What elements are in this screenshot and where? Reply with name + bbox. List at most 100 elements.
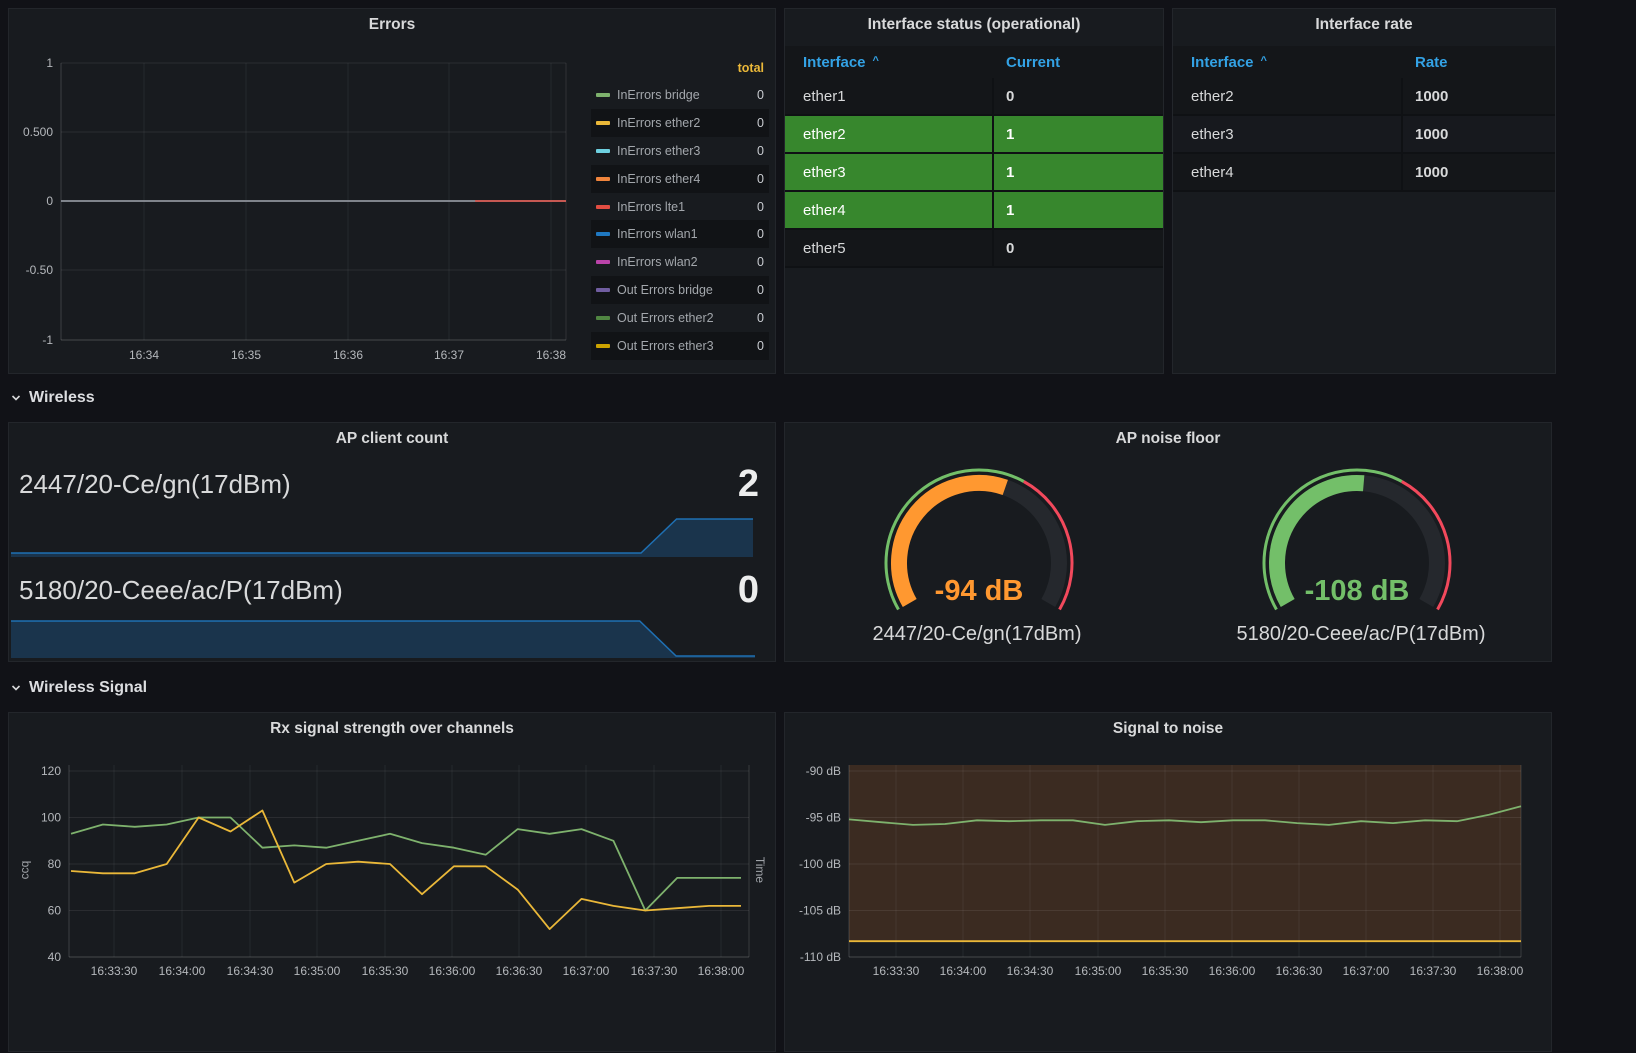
legend-item[interactable]: InErrors ether20 [591, 109, 769, 137]
svg-text:16:35:00: 16:35:00 [1075, 964, 1122, 978]
svg-text:16:34:30: 16:34:30 [1007, 964, 1054, 978]
svg-text:16:34:30: 16:34:30 [227, 964, 274, 978]
panel-signal-to-noise: Signal to noise -90 dB-95 dB-100 dB-105 … [784, 712, 1552, 1052]
gauge-ssid-label: 2447/20-Ce/gn(17dBm) [785, 623, 1169, 646]
current-cell: 1 [994, 154, 1163, 192]
current-cell: 1 [994, 192, 1163, 230]
table-row: ether21000 [1173, 78, 1555, 116]
series-total-value: 0 [757, 144, 764, 158]
legend-item[interactable]: InErrors ether30 [591, 137, 769, 165]
legend-rows: InErrors bridge0 InErrors ether20 InErro… [591, 81, 769, 360]
svg-text:16:36: 16:36 [333, 348, 363, 362]
row-header-wireless[interactable]: Wireless [10, 383, 95, 413]
interface-cell: ether4 [785, 192, 994, 230]
svg-text:0: 0 [46, 194, 53, 208]
panel-title-ap-client-count[interactable]: AP client count [9, 430, 775, 448]
svg-text:16:37:00: 16:37:00 [563, 964, 610, 978]
panel-errors: Errors 10.5000-0.50-116:3416:3516:3616:3… [8, 8, 776, 374]
panel-title-rx-signal[interactable]: Rx signal strength over channels [9, 720, 775, 738]
errors-legend: total InErrors bridge0 InErrors ether20 … [591, 55, 769, 360]
series-total-value: 0 [757, 200, 764, 214]
legend-item[interactable]: InErrors wlan20 [591, 248, 769, 276]
svg-text:16:36:00: 16:36:00 [429, 964, 476, 978]
legend-item[interactable]: InErrors wlan10 [591, 220, 769, 248]
svg-text:-0.50: -0.50 [26, 263, 54, 277]
chevron-down-icon [10, 682, 22, 694]
series-label: Out Errors bridge [617, 283, 757, 297]
column-header-interface[interactable]: Interface ^ [785, 46, 994, 78]
legend-item[interactable]: Out Errors ether20 [591, 304, 769, 332]
svg-text:16:38:00: 16:38:00 [1477, 964, 1524, 978]
series-label: Out Errors ether2 [617, 311, 757, 325]
svg-text:-105 dB: -105 dB [799, 904, 841, 918]
series-color-icon [596, 205, 610, 209]
interface-cell: ether1 [785, 78, 994, 116]
rate-cell: 1000 [1403, 116, 1555, 154]
legend-item[interactable]: Out Errors bridge0 [591, 276, 769, 304]
series-total-value: 0 [757, 339, 764, 353]
svg-text:16:35:00: 16:35:00 [294, 964, 341, 978]
column-header-interface[interactable]: Interface^ [1173, 46, 1403, 78]
panel-ap-client-count: AP client count 2447/20-Ce/gn(17dBm) 2 5… [8, 422, 776, 662]
column-header-label: Interface [803, 54, 866, 71]
series-color-icon [596, 149, 610, 153]
series-color-icon [596, 344, 610, 348]
svg-text:60: 60 [48, 904, 62, 918]
legend-item[interactable]: InErrors ether40 [591, 165, 769, 193]
chevron-down-icon [10, 392, 22, 404]
column-header-current[interactable]: Current [994, 46, 1163, 78]
series-label: InErrors wlan1 [617, 227, 757, 241]
column-header-label: Rate [1415, 54, 1448, 71]
current-cell: 1 [994, 116, 1163, 154]
svg-text:16:34:00: 16:34:00 [940, 964, 987, 978]
legend-total-column-header[interactable]: total [591, 55, 769, 81]
svg-text:16:37:30: 16:37:30 [1410, 964, 1457, 978]
table-row: ether41000 [1173, 154, 1555, 192]
rx-signal-chart-canvas: 12010080604016:33:3016:34:0016:34:3016:3… [9, 713, 777, 1053]
legend-item[interactable]: InErrors bridge0 [591, 81, 769, 109]
table-row: ether31000 [1173, 116, 1555, 154]
series-color-icon [596, 93, 610, 97]
current-cell: 0 [994, 230, 1163, 268]
column-header-rate[interactable]: Rate [1403, 46, 1555, 78]
svg-text:16:36:30: 16:36:30 [496, 964, 543, 978]
interface-cell: ether4 [1173, 154, 1403, 192]
series-label: InErrors ether2 [617, 116, 757, 130]
series-total-value: 0 [757, 172, 764, 186]
svg-text:16:35: 16:35 [231, 348, 261, 362]
legend-item[interactable]: Out Errors ether30 [591, 332, 769, 360]
series-color-icon [596, 288, 610, 292]
svg-text:16:33:30: 16:33:30 [873, 964, 920, 978]
rate-cell: 1000 [1403, 78, 1555, 116]
panel-title-errors[interactable]: Errors [9, 16, 775, 34]
interface-rate-table: Interface^ Rate ether21000 ether31000 et… [1173, 46, 1555, 192]
svg-text:16:37:30: 16:37:30 [631, 964, 678, 978]
grafana-dashboard: { "theme": { "page_bg": "#111217", "pane… [0, 0, 1636, 1022]
interface-cell: ether2 [785, 116, 994, 154]
interface-cell: ether3 [1173, 116, 1403, 154]
svg-text:16:36:30: 16:36:30 [1276, 964, 1323, 978]
panel-title-interface-rate[interactable]: Interface rate [1173, 16, 1555, 34]
series-color-icon [596, 177, 610, 181]
ap-ssid-label: 5180/20-Ceee/ac/P(17dBm) [19, 575, 343, 606]
gauge-value: -108 dB [1257, 575, 1457, 608]
svg-text:100: 100 [41, 811, 61, 825]
sort-asc-icon: ^ [873, 55, 879, 67]
row-header-wireless-signal[interactable]: Wireless Signal [10, 673, 147, 703]
svg-text:16:37: 16:37 [434, 348, 464, 362]
series-total-value: 0 [757, 227, 764, 241]
ap-client-count-value: 0 [738, 569, 759, 612]
panel-title-ap-noise-floor[interactable]: AP noise floor [785, 430, 1551, 448]
svg-text:-100 dB: -100 dB [799, 857, 841, 871]
panel-title-signal-to-noise[interactable]: Signal to noise [785, 720, 1551, 738]
current-cell: 0 [994, 78, 1163, 116]
gauge-ssid-label: 5180/20-Ceee/ac/P(17dBm) [1169, 623, 1553, 646]
client-count-sparkline [9, 515, 757, 561]
panel-title-interface-status[interactable]: Interface status (operational) [785, 16, 1163, 34]
panel-interface-rate: Interface rate Interface^ Rate ether2100… [1172, 8, 1556, 374]
signal-to-noise-chart-canvas: -90 dB-95 dB-100 dB-105 dB-110 dB16:33:3… [785, 713, 1553, 1053]
svg-text:-95 dB: -95 dB [806, 811, 841, 825]
series-color-icon [596, 316, 610, 320]
svg-text:16:38:00: 16:38:00 [698, 964, 745, 978]
legend-item[interactable]: InErrors lte10 [591, 193, 769, 221]
